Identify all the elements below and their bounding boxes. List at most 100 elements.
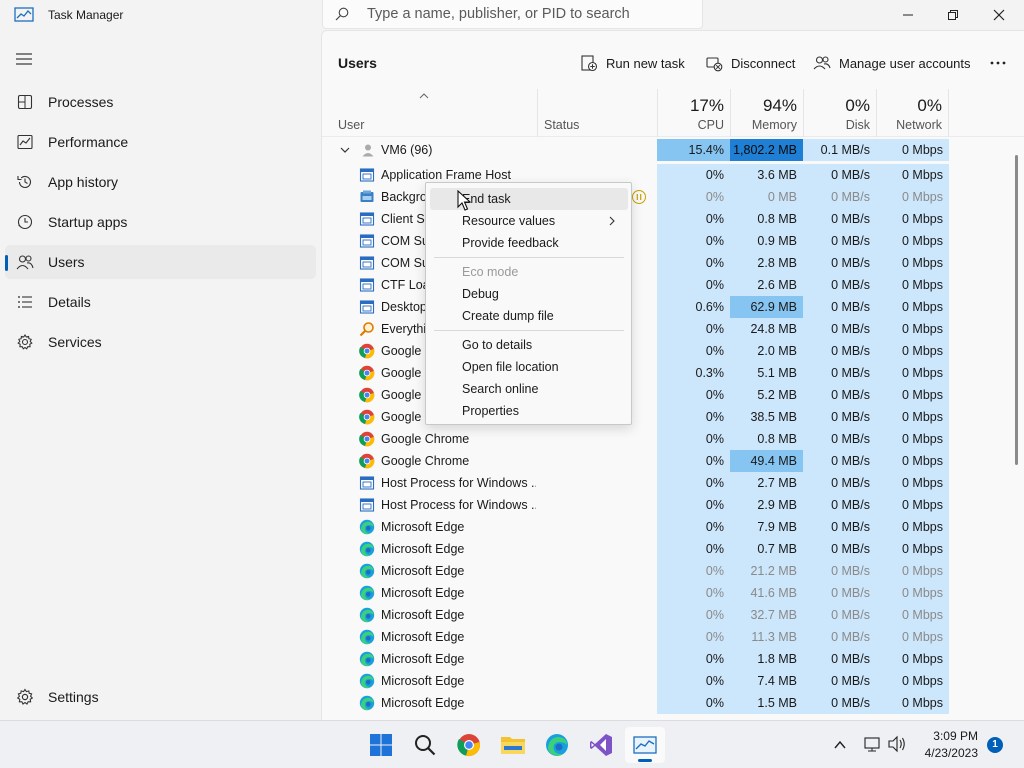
menu-item-go-to-details[interactable]: Go to details [430, 334, 628, 356]
group-disk: 0.1 MB/s [803, 139, 876, 161]
run-new-task-button[interactable]: Run new task [580, 51, 685, 75]
process-memory: 7.9 MB [730, 516, 803, 538]
vertical-scrollbar[interactable] [1015, 155, 1018, 465]
menu-item-search-online[interactable]: Search online [430, 378, 628, 400]
process-memory: 62.9 MB [730, 296, 803, 318]
task-manager-icon [14, 7, 34, 22]
table-row[interactable]: Microsoft Edge 0% 41.6 MB 0 MB/s 0 Mbps [322, 582, 1024, 604]
cpu-total-percent: 17% [689, 96, 724, 115]
process-cpu: 0% [657, 428, 730, 450]
menu-item-open-file-location[interactable]: Open file location [430, 356, 628, 378]
table-row[interactable]: Microsoft Edge 0% 7.4 MB 0 MB/s 0 Mbps [322, 670, 1024, 692]
table-row[interactable]: Google Chrome 0% 0.8 MB 0 MB/s 0 Mbps [322, 428, 1024, 450]
disconnect-label: Disconnect [731, 55, 796, 71]
table-row[interactable]: Microsoft Edge 0% 32.7 MB 0 MB/s 0 Mbps [322, 604, 1024, 626]
process-name: Microsoft Edge [381, 542, 465, 556]
startup-apps-icon [17, 214, 33, 230]
hamburger-menu-icon[interactable] [14, 49, 34, 69]
process-name: Microsoft Edge [381, 564, 465, 578]
column-header-status[interactable]: Status [544, 118, 579, 132]
process-disk: 0 MB/s [803, 692, 876, 714]
chrome-icon [457, 734, 480, 756]
close-button[interactable] [976, 0, 1022, 30]
disconnect-button[interactable]: Disconnect [705, 51, 795, 75]
manage-user-accounts-button[interactable]: Manage user accounts [813, 51, 971, 75]
table-row[interactable]: Google Chrome 0% 49.4 MB 0 MB/s 0 Mbps [322, 450, 1024, 472]
sidebar-item-services[interactable]: Services [5, 325, 316, 359]
more-options-button[interactable] [989, 51, 1015, 75]
edge-icon [359, 607, 375, 623]
sidebar-item-settings[interactable]: Settings [5, 680, 316, 714]
table-row[interactable]: Microsoft Edge 0% 7.9 MB 0 MB/s 0 Mbps [322, 516, 1024, 538]
search-box[interactable] [322, 0, 703, 29]
sidebar-item-details[interactable]: Details [5, 285, 316, 319]
menu-item-provide-feedback[interactable]: Provide feedback [430, 232, 628, 254]
process-memory: 7.4 MB [730, 670, 803, 692]
app-window-icon [359, 168, 375, 182]
menu-separator [434, 330, 624, 331]
sidebar-item-app-history[interactable]: App history [5, 165, 316, 199]
menu-item-create-dump-file[interactable]: Create dump file [430, 305, 628, 327]
menu-item-resource-values[interactable]: Resource values [430, 210, 628, 232]
clock-time[interactable]: 3:09 PM [922, 729, 978, 743]
taskbar-search-button[interactable] [405, 727, 445, 763]
process-cpu: 0% [657, 494, 730, 516]
process-memory: 49.4 MB [730, 450, 803, 472]
taskbar-edge-button[interactable] [537, 727, 577, 763]
taskbar-chrome-button[interactable] [449, 727, 489, 763]
performance-icon [17, 134, 33, 150]
menu-item-label: Open file location [462, 360, 559, 374]
taskbar-task-manager-button[interactable] [625, 727, 665, 763]
table-row[interactable]: Host Process for Windows ... 0% 2.9 MB 0 MB… [322, 494, 1024, 516]
process-disk: 0 MB/s [803, 472, 876, 494]
taskbar-start-button[interactable] [361, 727, 401, 763]
edge-icon [359, 541, 375, 557]
sidebar-item-processes[interactable]: Processes [5, 85, 316, 119]
menu-item-label: Search online [462, 382, 539, 396]
maximize-button[interactable] [930, 0, 976, 30]
process-cpu: 0.6% [657, 296, 730, 318]
user-group-row[interactable]: VM6 (96) 15.4% 1,802.2 MB 0.1 MB/s 0 Mbp… [322, 139, 1024, 161]
taskbar-file-explorer-button[interactable] [493, 727, 533, 763]
column-header-user[interactable]: User [338, 118, 364, 132]
process-network: 0 Mbps [876, 670, 949, 692]
column-header-memory[interactable]: 94% Memory [730, 89, 803, 137]
process-name: Microsoft Edge [381, 586, 465, 600]
column-header-network[interactable]: 0% Network [876, 89, 949, 137]
table-row[interactable]: Microsoft Edge 0% 1.8 MB 0 MB/s 0 Mbps [322, 648, 1024, 670]
show-hidden-icons-chevron-icon[interactable] [833, 738, 847, 752]
everything-search-icon [359, 322, 374, 337]
process-disk: 0 MB/s [803, 626, 876, 648]
process-disk: 0 MB/s [803, 582, 876, 604]
column-header-disk[interactable]: 0% Disk [803, 89, 876, 137]
table-row[interactable]: Microsoft Edge 0% 1.5 MB 0 MB/s 0 Mbps [322, 692, 1024, 714]
volume-icon[interactable] [887, 735, 907, 753]
suspended-status-icon [632, 190, 646, 204]
process-memory: 32.7 MB [730, 604, 803, 626]
settings-gear-icon [16, 688, 34, 705]
table-row[interactable]: Microsoft Edge 0% 21.2 MB 0 MB/s 0 Mbps [322, 560, 1024, 582]
network-status-icon[interactable] [863, 735, 881, 753]
edge-icon [359, 673, 375, 689]
sidebar-item-startup-apps[interactable]: Startup apps [5, 205, 316, 239]
taskbar-visual-studio-button[interactable] [581, 727, 621, 763]
menu-item-properties[interactable]: Properties [430, 400, 628, 422]
chrome-icon [359, 343, 375, 359]
search-input[interactable] [367, 3, 687, 25]
process-cpu: 0% [657, 186, 730, 208]
sidebar-item-performance[interactable]: Performance [5, 125, 316, 159]
table-row[interactable]: Host Process for Windows ... 0% 2.7 MB 0 MB… [322, 472, 1024, 494]
sidebar-item-users[interactable]: Users [5, 245, 316, 279]
notification-badge[interactable]: 1 [987, 737, 1003, 753]
minimize-button[interactable] [885, 0, 931, 30]
collapse-chevron-icon[interactable] [339, 144, 351, 156]
process-memory: 38.5 MB [730, 406, 803, 428]
table-row[interactable]: Microsoft Edge 0% 0.7 MB 0 MB/s 0 Mbps [322, 538, 1024, 560]
process-disk: 0 MB/s [803, 340, 876, 362]
disk-total-percent: 0% [845, 96, 870, 115]
menu-item-debug[interactable]: Debug [430, 283, 628, 305]
table-row[interactable]: Microsoft Edge 0% 11.3 MB 0 MB/s 0 Mbps [322, 626, 1024, 648]
app-window-icon [359, 212, 375, 226]
clock-date[interactable]: 4/23/2023 [916, 746, 978, 760]
column-header-cpu[interactable]: 17% CPU [657, 89, 730, 137]
